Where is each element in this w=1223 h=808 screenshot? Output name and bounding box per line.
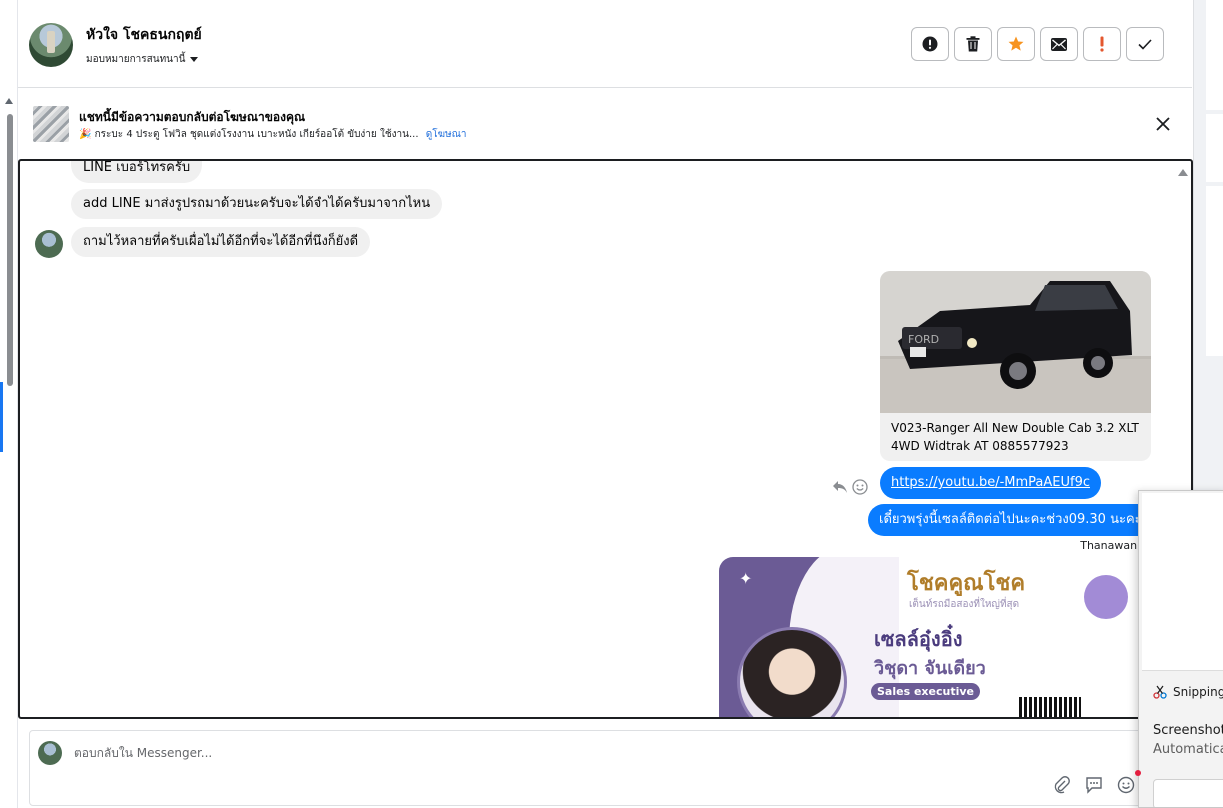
delete-button[interactable] (954, 27, 992, 61)
sales-nickname: เซลล์อุ๋งอิ๋ง (874, 627, 963, 651)
sales-profile-image[interactable]: ✦ โชคคูณโชค เต็นท์รถมือสองที่ใหญ่ที่สุด … (719, 557, 1149, 717)
selection-accent (0, 382, 3, 452)
conversation-header: หัวใจ โชคธนกฤตย์ มอบหมายการสนทนานี้ (18, 0, 1192, 88)
composer-box: ฿ (29, 730, 1179, 806)
avatar[interactable] (35, 230, 63, 258)
vehicle-card[interactable]: FORD V023-Ranger All New Double Cab 3.2 … (880, 271, 1151, 461)
qr-code (1019, 697, 1081, 717)
snipping-title: Snipping (1153, 685, 1223, 699)
scroll-up-icon[interactable] (1178, 169, 1188, 176)
view-ad-link[interactable]: ดูโฆษณา (426, 129, 467, 140)
trash-icon (966, 36, 980, 52)
incoming-message[interactable]: LINE เบอร์โทรครับ (71, 161, 203, 183)
incoming-message[interactable]: ถามไว้หลายที่ครับเผื่อไม่ได้อีกที่จะได้อ… (71, 227, 371, 257)
scissors-icon (1153, 685, 1167, 699)
snipping-app-name: Snipping (1173, 685, 1223, 699)
star-button[interactable] (997, 27, 1035, 61)
contact-name[interactable]: หัวใจ โชคธนกฤตย์ (86, 24, 202, 46)
check-icon (1138, 38, 1152, 50)
ad-description: 🎉 กระบะ 4 ประตู โฟวิล ชุดแต่งโรงงาน เบาะ… (79, 129, 419, 140)
brand-tagline: เต็นท์รถมือสองที่ใหญ่ที่สุด (909, 599, 1020, 610)
reply-input[interactable] (74, 743, 974, 763)
emoji-icon[interactable] (1116, 775, 1136, 795)
vehicle-caption: V023-Ranger All New Double Cab 3.2 XLT 4… (891, 421, 1139, 453)
snipping-action-button[interactable] (1153, 779, 1223, 807)
ad-reply-banner: แชทนี้มีข้อความตอบกลับต่อโฆษณาของคุณ 🎉 ก… (18, 89, 1192, 159)
info-card (1206, 186, 1223, 356)
reply-icon[interactable] (832, 480, 848, 494)
attach-icon[interactable] (1052, 775, 1072, 795)
composer: ฿ (18, 720, 1192, 808)
emoji-icon[interactable] (852, 479, 868, 495)
chevron-down-icon (190, 57, 199, 62)
screenshot-thumbnail[interactable] (1142, 493, 1223, 671)
truck-image: FORD (880, 281, 1151, 413)
close-icon[interactable] (1154, 115, 1172, 133)
mail-icon (1051, 37, 1067, 51)
message-thread[interactable]: LINE เบอร์โทรครับ add LINE มาส่งรูปรถมาด… (18, 159, 1193, 719)
decor-circle (1084, 575, 1128, 619)
assign-label: มอบหมายการสนทนานี้ (86, 54, 186, 65)
vehicle-photo[interactable]: FORD (880, 271, 1151, 413)
message-tools (832, 479, 868, 495)
star-icon (1008, 36, 1024, 51)
scrollbar-thumb[interactable] (7, 114, 13, 386)
avatar (38, 741, 62, 765)
info-card (1206, 114, 1223, 182)
snipping-notification[interactable]: Snipping Screenshot Automatica (1138, 490, 1223, 808)
sales-role: Sales executive (871, 683, 980, 700)
snipping-line-2: Automatica (1153, 742, 1223, 757)
exclamation-icon (1100, 36, 1104, 52)
info-card (1206, 0, 1223, 110)
scroll-up-icon[interactable] (5, 98, 13, 104)
left-scroll-strip (0, 0, 18, 808)
chat-icon[interactable] (1084, 775, 1104, 795)
outgoing-message[interactable]: เดี๋ยวพรุ่งนี้เซลล์ติดต่อไปนะคะช่วง09.30… (868, 504, 1158, 536)
action-toolbar (911, 27, 1164, 61)
mark-spam-button[interactable] (911, 27, 949, 61)
outgoing-message[interactable]: https://youtu.be/-MmPaAEUf9c (880, 467, 1101, 499)
incoming-message[interactable]: add LINE มาส่งรูปรถมาด้วยนะครับจะได้จำได… (71, 189, 443, 219)
banner-title: แชทนี้มีข้อความตอบกลับต่อโฆษณาของคุณ (79, 110, 306, 124)
youtube-link[interactable]: https://youtu.be/-MmPaAEUf9c (891, 475, 1090, 490)
inbox-app: หัวใจ โชคธนกฤตย์ มอบหมายการสนทนานี้ แชทน… (0, 0, 1223, 808)
snipping-line-1: Screenshot (1153, 723, 1223, 738)
assign-conversation-dropdown[interactable]: มอบหมายการสนทนานี้ (86, 52, 199, 67)
ad-thumbnail[interactable] (33, 106, 69, 142)
avatar[interactable] (29, 23, 73, 67)
brand-name: โชคคูณโชค (907, 571, 1026, 596)
svg-text:FORD: FORD (908, 333, 939, 346)
banner-subtitle: 🎉 กระบะ 4 ประตู โฟวิล ชุดแต่งโรงงาน เบาะ… (79, 127, 466, 142)
sparkle-icon: ✦ (739, 569, 753, 588)
email-button[interactable] (1040, 27, 1078, 61)
sales-fullname: วิชุดา จันเดียว (874, 658, 986, 679)
alert-icon (922, 36, 938, 52)
follow-up-button[interactable] (1083, 27, 1121, 61)
mark-done-button[interactable] (1126, 27, 1164, 61)
notification-dot (1135, 770, 1141, 776)
